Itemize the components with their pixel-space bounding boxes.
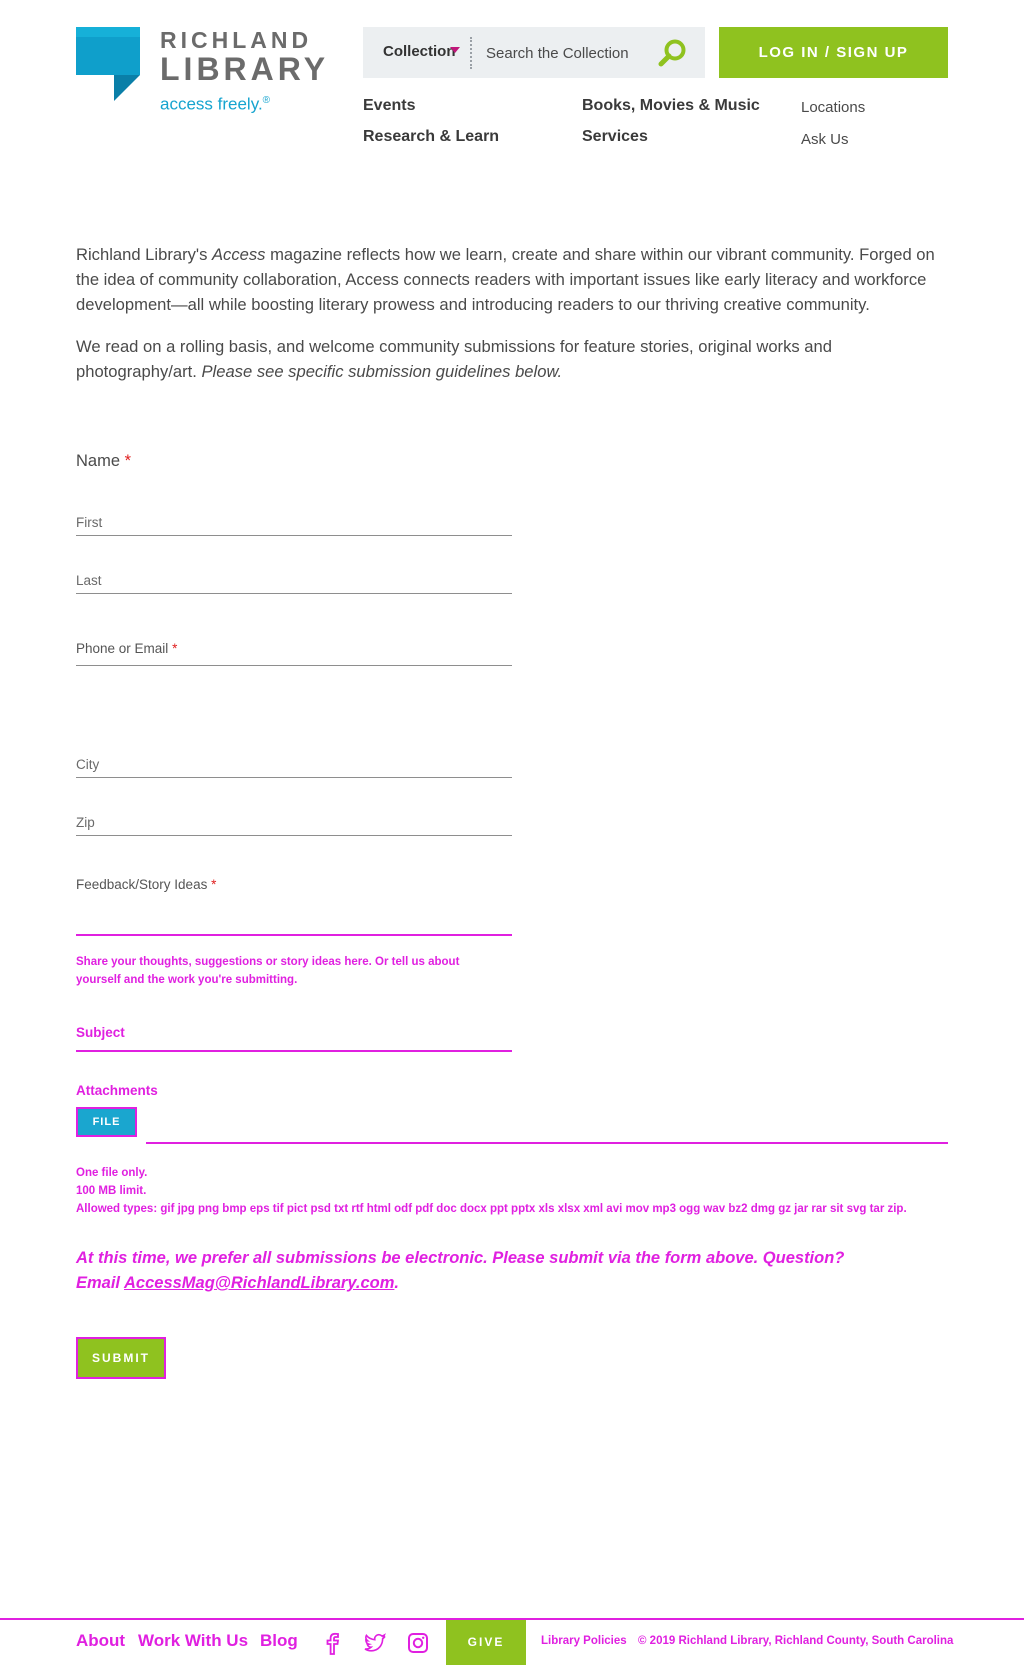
feedback-textarea[interactable] <box>76 934 512 936</box>
nav-books-movies-music[interactable]: Books, Movies & Music <box>582 97 760 115</box>
attachments-label: Attachments <box>76 1083 158 1098</box>
electronic-submission-note: At this time, we prefer all submissions … <box>76 1249 845 1292</box>
first-name-field[interactable] <box>76 510 512 536</box>
login-signup-button[interactable]: LOG IN / SIGN UP <box>719 27 948 78</box>
submit-button[interactable]: SUBMIT <box>76 1337 166 1379</box>
email-link[interactable]: AccessMag@RichlandLibrary.com <box>124 1274 394 1292</box>
footer-work-link[interactable]: Work With Us <box>138 1631 248 1651</box>
subject-input[interactable] <box>76 1050 512 1052</box>
search-icon[interactable] <box>655 37 689 69</box>
search-divider <box>470 37 472 69</box>
logo-tagline: access freely.® <box>160 94 271 114</box>
last-name-input[interactable] <box>76 568 512 593</box>
footer: About Work With Us Blog GIVE Library Pol… <box>0 1618 1024 1665</box>
facebook-icon[interactable] <box>320 1630 346 1656</box>
note-size-limit: 100 MB limit. <box>76 1185 147 1197</box>
nav-events[interactable]: Events <box>363 97 415 115</box>
search-scope-select[interactable]: Collection <box>383 43 456 60</box>
chevron-down-icon[interactable] <box>450 47 460 53</box>
nav-locations[interactable]: Locations <box>801 99 865 116</box>
file-upload-button[interactable]: FILE <box>76 1107 137 1137</box>
intro-paragraph-1: Richland Library's Access magazine refle… <box>76 245 935 314</box>
phone-email-input[interactable] <box>76 640 512 665</box>
intro-paragraph-2: We read on a rolling basis, and welcome … <box>76 337 832 381</box>
feedback-help-text: Share your thoughts, suggestions or stor… <box>76 956 460 986</box>
note-one-file: One file only. <box>76 1167 148 1179</box>
instagram-icon[interactable] <box>405 1630 431 1656</box>
library-logo[interactable]: RICHLAND LIBRARY access freely.® <box>76 27 326 117</box>
zip-input[interactable] <box>76 810 512 835</box>
footer-copyright: © 2019 Richland Library, Richland County… <box>638 1635 954 1647</box>
attachment-notes: One file only. 100 MB limit. Allowed typ… <box>76 1164 907 1218</box>
logo-mark-icon <box>76 27 140 101</box>
search-bar: Collection <box>363 27 705 78</box>
give-button[interactable]: GIVE <box>446 1620 526 1665</box>
name-label: Name * <box>76 452 132 470</box>
logo-word-richland: RICHLAND <box>160 27 313 53</box>
nav-services[interactable]: Services <box>582 128 648 146</box>
last-name-field[interactable] <box>76 568 512 594</box>
nav-research-learn[interactable]: Research & Learn <box>363 128 499 146</box>
zip-field[interactable] <box>76 810 512 836</box>
footer-blog-link[interactable]: Blog <box>260 1631 298 1651</box>
footer-about-link[interactable]: About <box>76 1631 125 1651</box>
first-name-input[interactable] <box>76 510 512 535</box>
search-input[interactable] <box>486 41 651 65</box>
logo-word-library: LIBRARY <box>160 51 330 87</box>
subject-label: Subject <box>76 1025 125 1040</box>
nav-ask-us[interactable]: Ask Us <box>801 131 849 148</box>
feedback-label: Feedback/Story Ideas * <box>76 877 217 892</box>
city-field[interactable] <box>76 752 512 778</box>
note-allowed-types: Allowed types: gif jpg png bmp eps tif p… <box>76 1203 907 1215</box>
contact-field[interactable] <box>76 640 512 666</box>
footer-policies-link[interactable]: Library Policies <box>541 1635 627 1647</box>
intro-text: Richland Library's Access magazine refle… <box>76 242 948 401</box>
twitter-icon[interactable] <box>362 1630 388 1656</box>
city-input[interactable] <box>76 752 512 777</box>
file-name-field <box>146 1142 948 1144</box>
